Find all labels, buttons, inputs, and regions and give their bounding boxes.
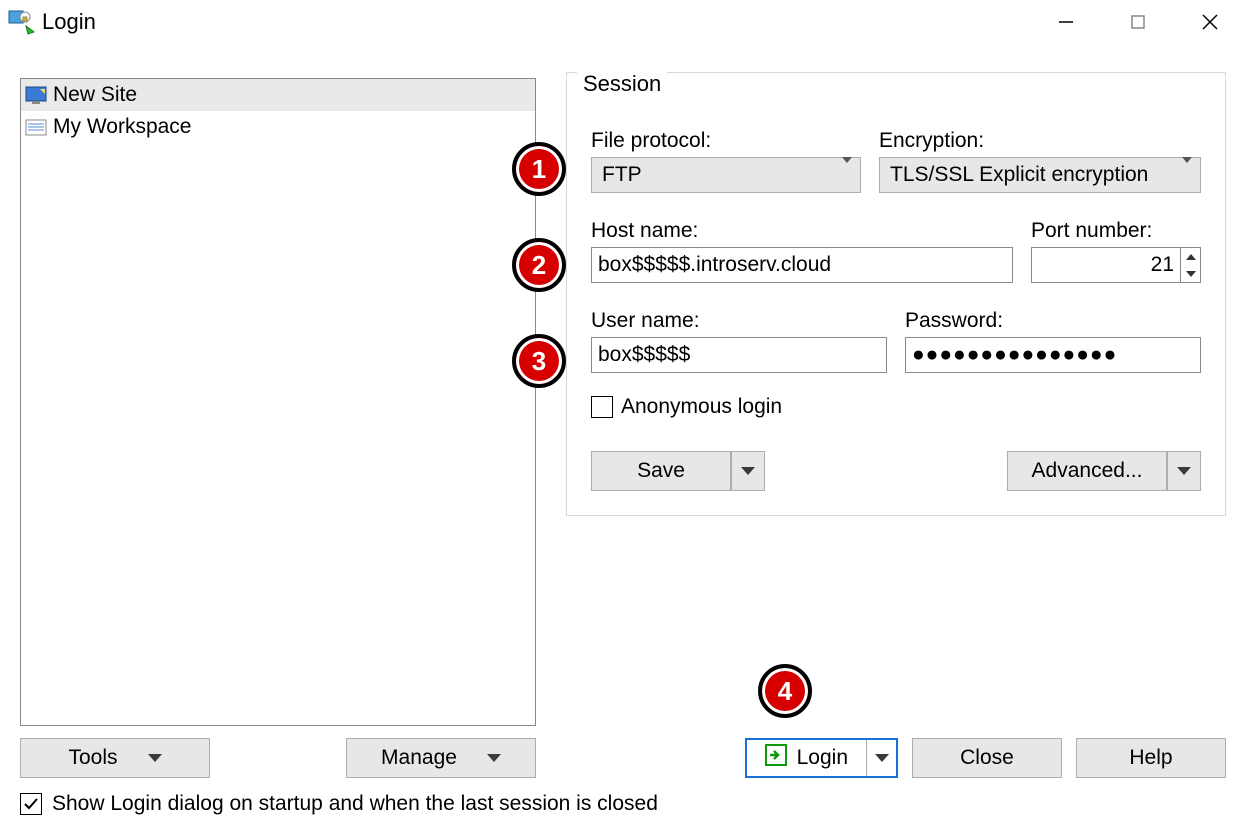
port-up-button[interactable]: [1181, 248, 1200, 265]
folder-list-icon: [25, 117, 47, 137]
user-name-input[interactable]: box$$$$$: [591, 337, 887, 373]
sites-list[interactable]: New Site My Workspace: [20, 78, 536, 726]
login-button-label: Login: [797, 746, 848, 770]
minimize-button[interactable]: [1030, 2, 1102, 42]
annotation-badge-4: 4: [758, 664, 812, 718]
host-name-value: box$$$$$.introserv.cloud: [598, 253, 831, 277]
chevron-down-icon: [1177, 467, 1191, 475]
title-bar: Login: [0, 0, 1246, 44]
sites-list-item[interactable]: New Site: [21, 79, 535, 111]
maximize-button[interactable]: [1102, 2, 1174, 42]
chevron-down-icon: [842, 163, 852, 187]
encryption-combo[interactable]: TLS/SSL Explicit encryption: [879, 157, 1201, 193]
session-group-label: Session: [577, 71, 667, 97]
anonymous-login-checkbox[interactable]: Anonymous login: [591, 395, 1201, 419]
login-dropdown-button[interactable]: [866, 740, 896, 776]
chevron-up-icon: [1186, 254, 1196, 260]
window-controls: [1030, 2, 1246, 42]
chevron-down-icon: [1186, 271, 1196, 277]
advanced-button[interactable]: Advanced...: [1007, 451, 1167, 491]
chevron-down-icon: [487, 754, 501, 762]
advanced-dropdown-button[interactable]: [1167, 451, 1201, 491]
login-icon: [765, 744, 787, 772]
password-label: Password:: [905, 309, 1201, 333]
annotation-badge-3: 3: [512, 334, 566, 388]
manage-button[interactable]: Manage: [346, 738, 536, 778]
tools-button[interactable]: Tools: [20, 738, 210, 778]
file-protocol-combo[interactable]: FTP: [591, 157, 861, 193]
save-split-button[interactable]: Save: [591, 451, 765, 491]
close-window-button[interactable]: [1174, 2, 1246, 42]
port-number-value: 21: [1032, 248, 1180, 282]
tools-button-label: Tools: [68, 746, 117, 770]
password-input[interactable]: ●●●●●●●●●●●●●●●: [905, 337, 1201, 373]
port-number-label: Port number:: [1031, 219, 1201, 243]
close-button-label: Close: [960, 746, 1014, 770]
advanced-button-label: Advanced...: [1032, 459, 1143, 483]
help-button-label: Help: [1129, 746, 1172, 770]
port-number-input[interactable]: 21: [1031, 247, 1201, 283]
sites-list-item-label: New Site: [53, 83, 137, 107]
save-button[interactable]: Save: [591, 451, 731, 491]
close-button[interactable]: Close: [912, 738, 1062, 778]
host-name-input[interactable]: box$$$$$.introserv.cloud: [591, 247, 1013, 283]
checkbox-checked-icon: [20, 793, 42, 815]
anonymous-login-label: Anonymous login: [621, 395, 782, 419]
checkbox-box-icon: [591, 396, 613, 418]
port-down-button[interactable]: [1181, 265, 1200, 282]
save-dropdown-button[interactable]: [731, 451, 765, 491]
sites-list-item-label: My Workspace: [53, 115, 191, 139]
monitor-icon: [25, 85, 47, 105]
help-button[interactable]: Help: [1076, 738, 1226, 778]
app-icon: [8, 8, 36, 36]
sites-list-item[interactable]: My Workspace: [21, 111, 535, 143]
user-name-value: box$$$$$: [598, 343, 690, 367]
file-protocol-label: File protocol:: [591, 129, 861, 153]
chevron-down-icon: [741, 467, 755, 475]
password-value: ●●●●●●●●●●●●●●●: [912, 343, 1117, 367]
encryption-value: TLS/SSL Explicit encryption: [890, 163, 1148, 187]
save-button-label: Save: [637, 459, 685, 483]
window-title: Login: [42, 9, 96, 35]
chevron-down-icon: [875, 754, 889, 762]
advanced-split-button[interactable]: Advanced...: [1007, 451, 1201, 491]
annotation-badge-1: 1: [512, 142, 566, 196]
login-split-button[interactable]: Login: [745, 738, 898, 778]
manage-button-label: Manage: [381, 746, 457, 770]
session-group: Session File protocol: FTP Encryption: T…: [566, 72, 1226, 516]
annotation-badge-2: 2: [512, 238, 566, 292]
chevron-down-icon: [148, 754, 162, 762]
show-login-startup-checkbox[interactable]: Show Login dialog on startup and when th…: [20, 792, 658, 816]
show-login-startup-label: Show Login dialog on startup and when th…: [52, 792, 658, 816]
user-name-label: User name:: [591, 309, 887, 333]
login-button[interactable]: Login: [747, 740, 866, 776]
host-name-label: Host name:: [591, 219, 1013, 243]
file-protocol-value: FTP: [602, 163, 642, 187]
chevron-down-icon: [1182, 163, 1192, 187]
encryption-label: Encryption:: [879, 129, 1201, 153]
